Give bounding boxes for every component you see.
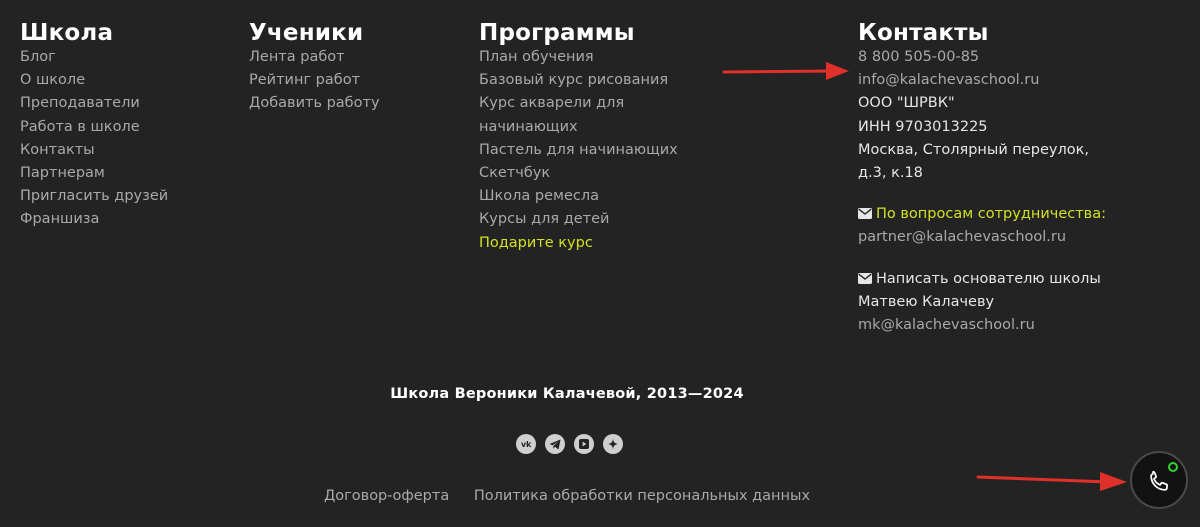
link-teachers[interactable]: Преподаватели — [20, 92, 230, 115]
company-name: ООО "ШРВК" — [858, 95, 955, 112]
offer-link[interactable]: Договор-оферта — [324, 488, 449, 504]
link-basic-drawing[interactable]: Базовый курс рисования — [479, 69, 689, 92]
link-partners[interactable]: Партнерам — [20, 162, 230, 185]
link-kids-courses[interactable]: Курсы для детей — [479, 208, 689, 231]
footer-column-programs: Программы План обучения Базовый курс рис… — [479, 20, 689, 255]
students-links: Лента работ Рейтинг работ Добавить работ… — [249, 46, 459, 116]
footer-column-students: Ученики Лента работ Рейтинг работ Добави… — [249, 20, 459, 116]
contact-email[interactable]: info@kalachevaschool.ru — [858, 69, 1128, 92]
footer-column-contacts: Контакты 8 800 505-00-85 info@kalachevas… — [858, 20, 1128, 337]
founder-email[interactable]: mk@kalachevaschool.ru — [858, 314, 1128, 337]
address-line-1: Москва, Столярный переулок, — [858, 141, 1089, 158]
telegram-icon[interactable] — [545, 434, 565, 454]
partnership-email[interactable]: partner@kalachevaschool.ru — [858, 226, 1128, 249]
link-works-rating[interactable]: Рейтинг работ — [249, 69, 459, 92]
envelope-icon — [858, 208, 872, 220]
founder-label-line-2: Матвею Калачеву — [858, 293, 995, 310]
dzen-icon[interactable] — [603, 434, 623, 454]
link-pastel-beginners[interactable]: Пастель для начинающих — [479, 139, 689, 162]
privacy-policy-link[interactable]: Политика обработки персональных данных — [474, 488, 810, 504]
founder-label-line-1: Написать основателю школы — [876, 270, 1101, 287]
footer-column-school: Школа Блог О школе Преподаватели Работа … — [20, 20, 230, 232]
founder-heading: Написать основателю школы — [858, 268, 1128, 291]
programs-links: План обучения Базовый курс рисования Кур… — [479, 46, 689, 255]
link-study-plan[interactable]: План обучения — [479, 46, 689, 69]
link-sketchbook[interactable]: Скетчбук — [479, 162, 689, 185]
link-craft-school[interactable]: Школа ремесла — [479, 185, 689, 208]
company-inn: ИНН 9703013225 — [858, 118, 988, 135]
link-careers[interactable]: Работа в школе — [20, 116, 230, 139]
column-heading-contacts: Контакты — [858, 20, 989, 46]
founder-block: Написать основателю школы Матвею Калачев… — [858, 268, 1128, 338]
partnership-heading: По вопросам сотрудничества: — [858, 203, 1128, 226]
link-franchise[interactable]: Франшиза — [20, 208, 230, 231]
partnership-block: По вопросам сотрудничества: partner@kala… — [858, 203, 1128, 249]
arrow-annotation-icon — [976, 472, 1127, 491]
arrow-annotation-icon — [722, 62, 849, 80]
address-line-2: д.3, к.18 — [858, 165, 923, 182]
column-heading-school: Школа — [20, 20, 114, 46]
link-blog[interactable]: Блог — [20, 46, 230, 69]
link-about[interactable]: О школе — [20, 69, 230, 92]
envelope-icon — [858, 272, 872, 284]
call-widget-button[interactable] — [1130, 451, 1188, 509]
link-watercolor-beginners[interactable]: Курс акварели для начинающих — [479, 92, 689, 138]
link-invite-friends[interactable]: Пригласить друзей — [20, 185, 230, 208]
youtube-icon[interactable] — [574, 434, 594, 454]
link-gift-course[interactable]: Подарите курс — [479, 232, 689, 255]
online-status-indicator — [1168, 462, 1178, 472]
legal-links: Договор-оферта Политика обработки персон… — [0, 488, 1134, 504]
social-links: vk — [516, 434, 623, 454]
contact-phone[interactable]: 8 800 505-00-85 — [858, 46, 1128, 69]
vk-glyph: vk — [521, 439, 531, 449]
column-heading-programs: Программы — [479, 20, 635, 46]
link-contacts[interactable]: Контакты — [20, 139, 230, 162]
phone-icon — [1150, 470, 1169, 491]
vk-icon[interactable]: vk — [516, 434, 536, 454]
school-links: Блог О школе Преподаватели Работа в школ… — [20, 46, 230, 232]
copyright: Школа Вероники Калачевой, 2013—2024 — [390, 386, 744, 402]
column-heading-students: Ученики — [249, 20, 364, 46]
link-add-work[interactable]: Добавить работу — [249, 92, 459, 115]
partnership-label: По вопросам сотрудничества: — [876, 206, 1106, 223]
link-works-feed[interactable]: Лента работ — [249, 46, 459, 69]
